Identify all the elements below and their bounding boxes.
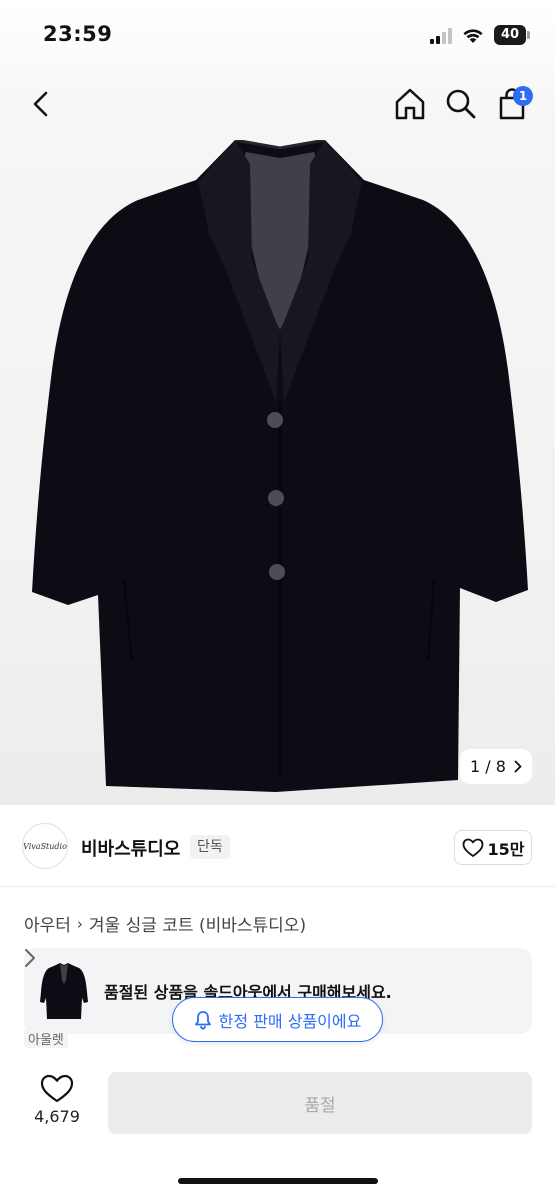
home-indicator	[178, 1178, 378, 1184]
image-counter[interactable]: 1 / 8	[460, 749, 532, 784]
brand-like-button[interactable]: 15만	[454, 830, 532, 865]
soldout-button[interactable]: 품절	[108, 1072, 532, 1134]
product-title: 겨울 싱글 코트 (비바스튜디오)	[88, 916, 307, 936]
search-icon[interactable]	[443, 86, 479, 122]
brand-logo-text: VivaStudio	[23, 841, 67, 851]
exclusive-tag: 단독	[190, 835, 230, 859]
image-counter-current: 1	[470, 757, 481, 776]
brand-like-count: 15만	[487, 839, 525, 859]
product-image	[32, 140, 528, 792]
signal-icon	[430, 28, 452, 44]
battery-tip	[527, 31, 530, 39]
battery-icon: 40	[494, 25, 526, 45]
product-like-count: 4,679	[34, 1107, 80, 1126]
brand-row: VivaStudio 비바스튜디오 단독 15만	[0, 805, 555, 887]
chevron-right-icon: ›	[76, 914, 83, 933]
bell-icon	[194, 1010, 211, 1030]
status-time: 23:59	[43, 22, 113, 46]
home-icon[interactable]	[392, 86, 428, 122]
product-gallery[interactable]: 23:59 40 1 1 / 8	[0, 0, 555, 805]
breadcrumb: 아우터 › 겨울 싱글 코트 (비바스튜디오)	[24, 911, 307, 937]
back-icon[interactable]	[26, 88, 56, 120]
cart-count-badge: 1	[513, 86, 533, 106]
heart-icon	[462, 838, 483, 857]
chevron-right-icon	[514, 760, 522, 773]
brand-logo[interactable]: VivaStudio	[22, 823, 68, 869]
chevron-right-icon	[25, 949, 35, 967]
limited-sale-label: 한정 판매 상품이에요	[218, 1011, 362, 1031]
product-thumbnail	[40, 963, 88, 1019]
limited-sale-toast[interactable]: 한정 판매 상품이에요	[172, 997, 383, 1042]
status-bar: 23:59 40	[0, 0, 555, 70]
image-counter-total: 8	[495, 757, 506, 776]
breadcrumb-category[interactable]: 아우터	[24, 911, 71, 936]
wifi-icon	[463, 29, 483, 43]
heart-icon[interactable]	[40, 1074, 74, 1104]
hidden-label: 아울렛	[24, 1029, 68, 1048]
brand-name[interactable]: 비바스튜디오	[81, 835, 180, 861]
image-counter-separator: /	[485, 757, 491, 776]
